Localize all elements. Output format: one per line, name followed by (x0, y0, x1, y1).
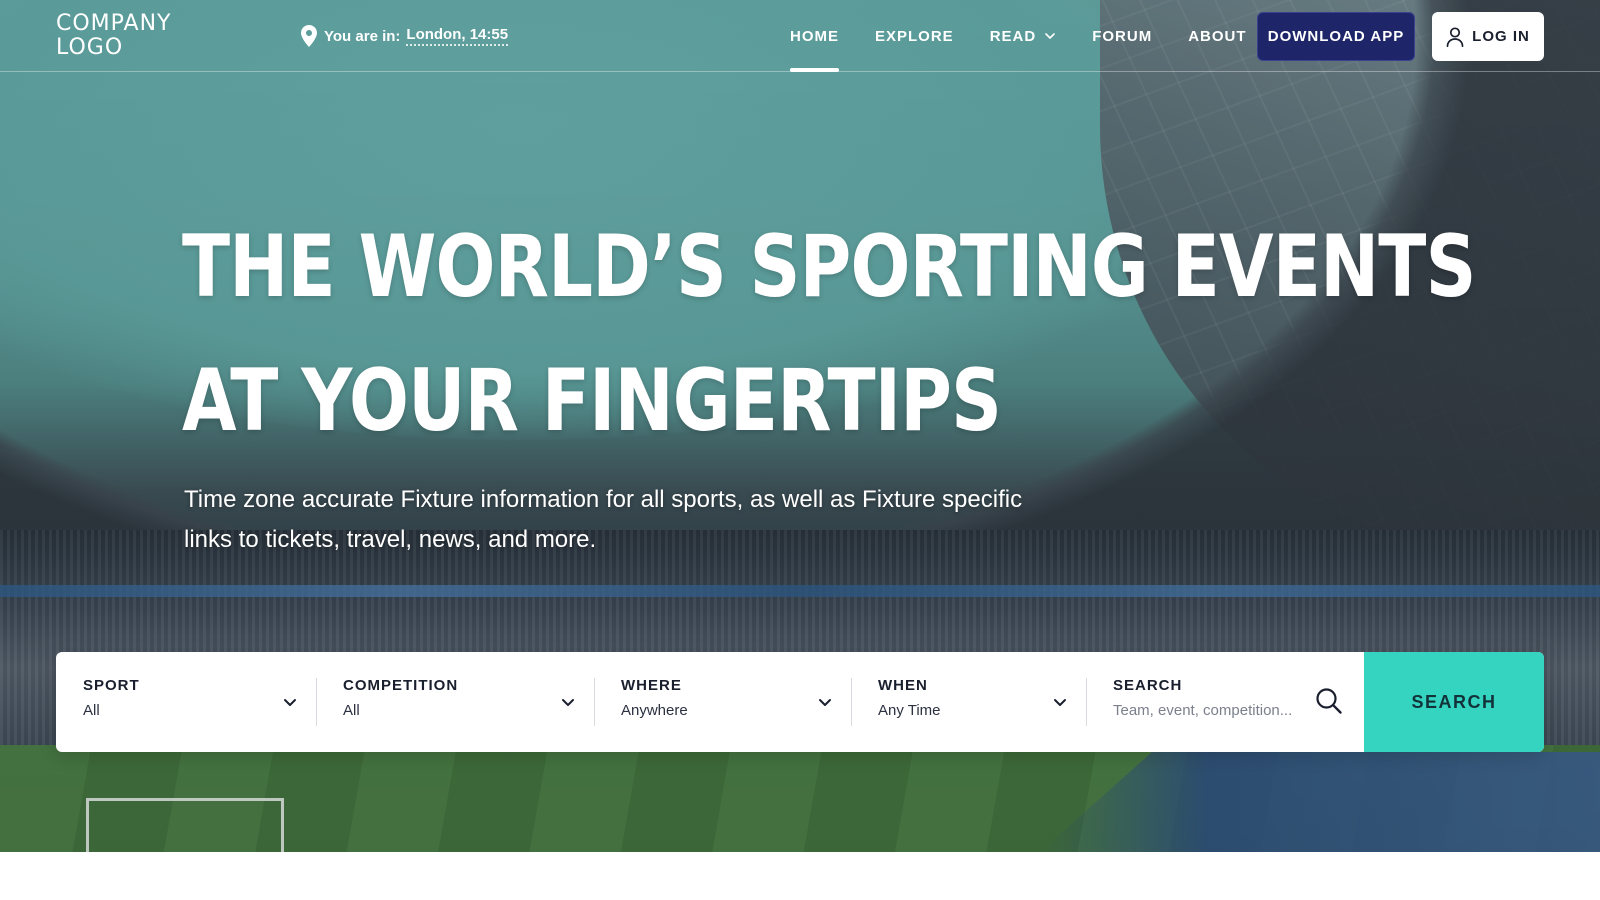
location-value[interactable]: London, 14:55 (406, 26, 509, 46)
nav-forum-label: FORUM (1092, 27, 1153, 45)
nav-explore[interactable]: EXPLORE (875, 0, 954, 72)
log-in-label: LOG IN (1472, 28, 1530, 45)
logo-line-1: COMPANY (56, 11, 172, 36)
when-select[interactable]: WHEN Any Time (851, 652, 1086, 752)
search-input[interactable] (1113, 699, 1303, 723)
download-app-button[interactable]: DOWNLOAD APP (1257, 12, 1415, 61)
magnifier-icon[interactable] (1314, 686, 1344, 716)
chevron-down-icon (284, 699, 296, 706)
company-logo[interactable]: COMPANY LOGO (56, 12, 196, 60)
sport-select[interactable]: SPORT All (56, 652, 316, 752)
logo-line-2: LOGO (56, 35, 124, 60)
main-nav: HOME EXPLORE READ FORUM ABOUT (790, 0, 1283, 72)
nav-explore-label: EXPLORE (875, 27, 954, 45)
nav-home[interactable]: HOME (790, 0, 839, 72)
chevron-down-icon (819, 699, 831, 706)
nav-read[interactable]: READ (990, 0, 1057, 72)
location-indicator: You are in: London, 14:55 (300, 25, 509, 47)
search-button-label: SEARCH (1411, 691, 1497, 712)
download-app-label: DOWNLOAD APP (1267, 28, 1405, 45)
hero-headline: THE WORLD’S SPORTING EVENTS AT YOUR FING… (182, 200, 1476, 468)
headline-line-2: AT YOUR FINGERTIPS (182, 351, 1002, 451)
sport-label: SPORT (83, 677, 140, 694)
log-in-button[interactable]: LOG IN (1432, 12, 1544, 61)
where-select[interactable]: WHERE Anywhere (594, 652, 851, 752)
map-pin-icon (301, 25, 317, 47)
search-button[interactable]: SEARCH (1364, 652, 1544, 752)
site-header: COMPANY LOGO You are in: London, 14:55 H… (0, 0, 1600, 72)
hero-subheading: Time zone accurate Fixture information f… (184, 486, 1023, 553)
nav-read-label: READ (989, 27, 1037, 45)
nav-about-label: ABOUT (1188, 27, 1247, 45)
competition-value: All (343, 702, 360, 719)
nav-about[interactable]: ABOUT (1188, 0, 1246, 72)
when-label: WHEN (878, 677, 928, 694)
fixture-search-bar: SPORT All COMPETITION All WHERE Anywhere… (56, 652, 1544, 752)
headline-line-1: THE WORLD’S SPORTING EVENTS (182, 217, 1476, 317)
competition-select[interactable]: COMPETITION All (316, 652, 594, 752)
user-icon (1446, 26, 1464, 47)
chevron-down-icon (1045, 33, 1056, 39)
search-field: SEARCH (1086, 652, 1364, 752)
nav-forum[interactable]: FORUM (1092, 0, 1152, 72)
where-label: WHERE (621, 677, 682, 694)
location-prefix: You are in: (324, 27, 401, 45)
nav-home-label: HOME (790, 27, 839, 45)
chevron-down-icon (562, 699, 574, 706)
chevron-down-icon (1054, 699, 1066, 706)
competition-label: COMPETITION (343, 677, 459, 694)
